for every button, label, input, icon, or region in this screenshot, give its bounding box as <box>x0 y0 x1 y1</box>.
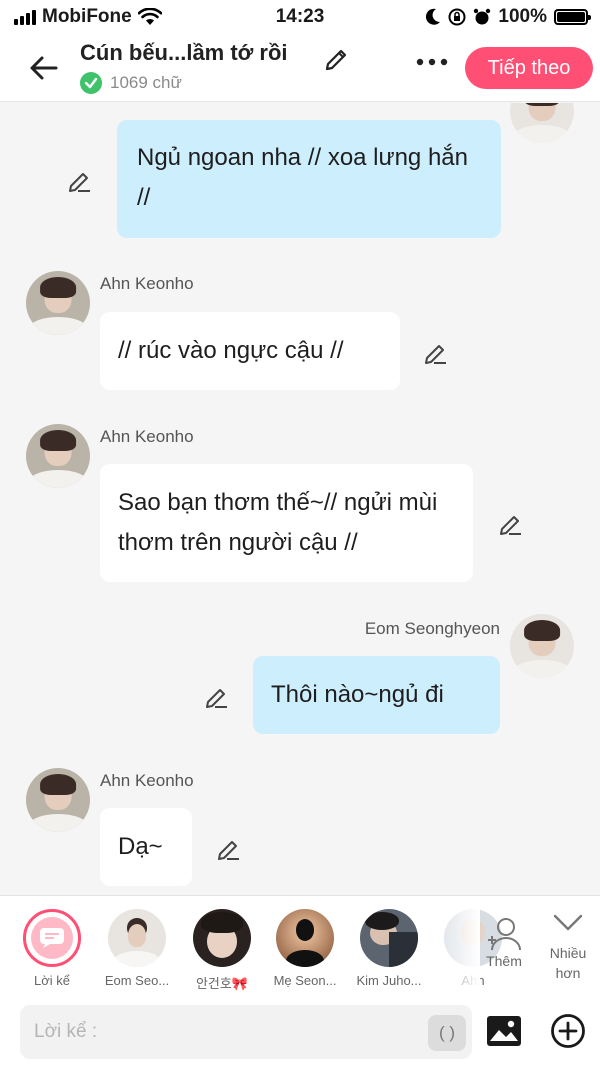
edit-message-pencil-icon[interactable] <box>66 166 94 194</box>
back-arrow-icon[interactable] <box>26 50 62 86</box>
edit-message-pencil-icon[interactable] <box>215 834 243 862</box>
character-label: 안건호🎀 <box>195 976 249 991</box>
sender-name: Ahn Keonho <box>100 771 194 790</box>
status-right: 100% <box>425 6 591 28</box>
message-text: // rúc vào ngực cậu // <box>118 337 344 364</box>
avatar-ahn-keonho[interactable] <box>26 424 90 488</box>
header: Cún bếu...lầm tớ rồi 1069 chữ Tiếp theo <box>0 34 600 102</box>
character-label: Lời kể <box>34 973 70 988</box>
character-an-geonho[interactable]: 안건호🎀 <box>189 909 255 992</box>
message-text: Dạ~ <box>118 833 163 860</box>
avatar-eom-seonghyeon[interactable] <box>510 614 574 678</box>
story-title[interactable]: Cún bếu...lầm tớ rồi <box>80 40 288 66</box>
character-avatar <box>276 909 334 967</box>
add-character-button[interactable]: Thêm <box>482 914 526 969</box>
image-icon[interactable] <box>486 1015 522 1047</box>
avatar-eom-seonghyeon[interactable] <box>510 103 574 143</box>
more-label: Nhiều hơn <box>549 945 587 981</box>
sender-name: Eom Seonghyeon <box>364 619 500 638</box>
message-text: Thôi nào~ngủ đi <box>271 681 444 708</box>
more-characters-button[interactable]: Nhiều hơn <box>540 912 596 983</box>
character-me-seon[interactable]: Mẹ Seon... <box>272 909 338 988</box>
avatar-ahn-keonho[interactable] <box>26 768 90 832</box>
character-avatar <box>360 909 418 967</box>
character-eom-seonghyeon[interactable]: Eom Seo... <box>104 909 170 988</box>
character-narration[interactable]: Lời kể <box>19 909 85 988</box>
character-label: Kim Juho... <box>356 973 422 988</box>
status-bar: MobiFone 14:23 100% <box>0 0 600 34</box>
chevron-down-icon <box>553 914 583 931</box>
battery-icon <box>554 9 591 25</box>
message-bubble[interactable]: Sao bạn thơm thế~// ngửi mùi thơm trên n… <box>100 464 473 582</box>
scroll-fade <box>430 896 480 996</box>
battery-percent: 100% <box>498 6 547 27</box>
message-bubble[interactable]: Thôi nào~ngủ đi <box>253 656 500 734</box>
edit-message-pencil-icon[interactable] <box>422 338 450 366</box>
more-options-icon[interactable] <box>414 52 454 72</box>
character-avatar <box>193 909 251 967</box>
character-avatar <box>108 909 166 967</box>
character-bar: Lời kể Eom Seo... 안건호🎀 Mẹ Seon... Kim Ju… <box>0 895 600 996</box>
message-bubble[interactable]: // rúc vào ngực cậu // <box>100 312 400 390</box>
rotation-lock-icon <box>448 8 466 26</box>
plus-circle-icon[interactable] <box>550 1013 586 1049</box>
edit-message-pencil-icon[interactable] <box>497 509 525 537</box>
message-bubble[interactable]: Ngủ ngoan nha // xoa lưng hắn // <box>117 120 501 238</box>
narration-circle <box>23 909 81 967</box>
add-label: Thêm <box>486 953 522 969</box>
message-text: Ngủ ngoan nha // xoa lưng hắn // <box>137 144 468 211</box>
character-kim-juho[interactable]: Kim Juho... <box>356 909 422 988</box>
edit-title-pencil-icon[interactable] <box>322 42 352 72</box>
next-button[interactable]: Tiếp theo <box>465 47 593 89</box>
alarm-icon <box>474 8 491 25</box>
message-bubble[interactable]: Dạ~ <box>100 808 192 886</box>
word-count: 1069 chữ <box>110 73 182 92</box>
check-icon <box>80 72 102 94</box>
edit-message-pencil-icon[interactable] <box>203 682 231 710</box>
add-user-icon <box>488 918 521 951</box>
character-label: Eom Seo... <box>104 973 170 988</box>
moon-icon <box>426 8 441 25</box>
input-bar: ( ) <box>0 995 600 1068</box>
parentheses-button[interactable]: ( ) <box>428 1015 466 1051</box>
narration-icon <box>40 928 64 948</box>
battery-fill <box>557 12 585 22</box>
message-text: Sao bạn thơm thế~// ngửi mùi thơm trên n… <box>118 489 438 556</box>
character-label: Mẹ Seon... <box>273 973 337 988</box>
word-count-row: 1069 chữ <box>80 72 182 94</box>
sender-name: Ahn Keonho <box>100 427 194 446</box>
sender-name: Ahn Keonho <box>100 274 194 293</box>
narration-input[interactable] <box>20 1005 472 1059</box>
chat-area: Ngủ ngoan nha // xoa lưng hắn // Ahn Keo… <box>0 103 600 895</box>
avatar-ahn-keonho[interactable] <box>26 271 90 335</box>
